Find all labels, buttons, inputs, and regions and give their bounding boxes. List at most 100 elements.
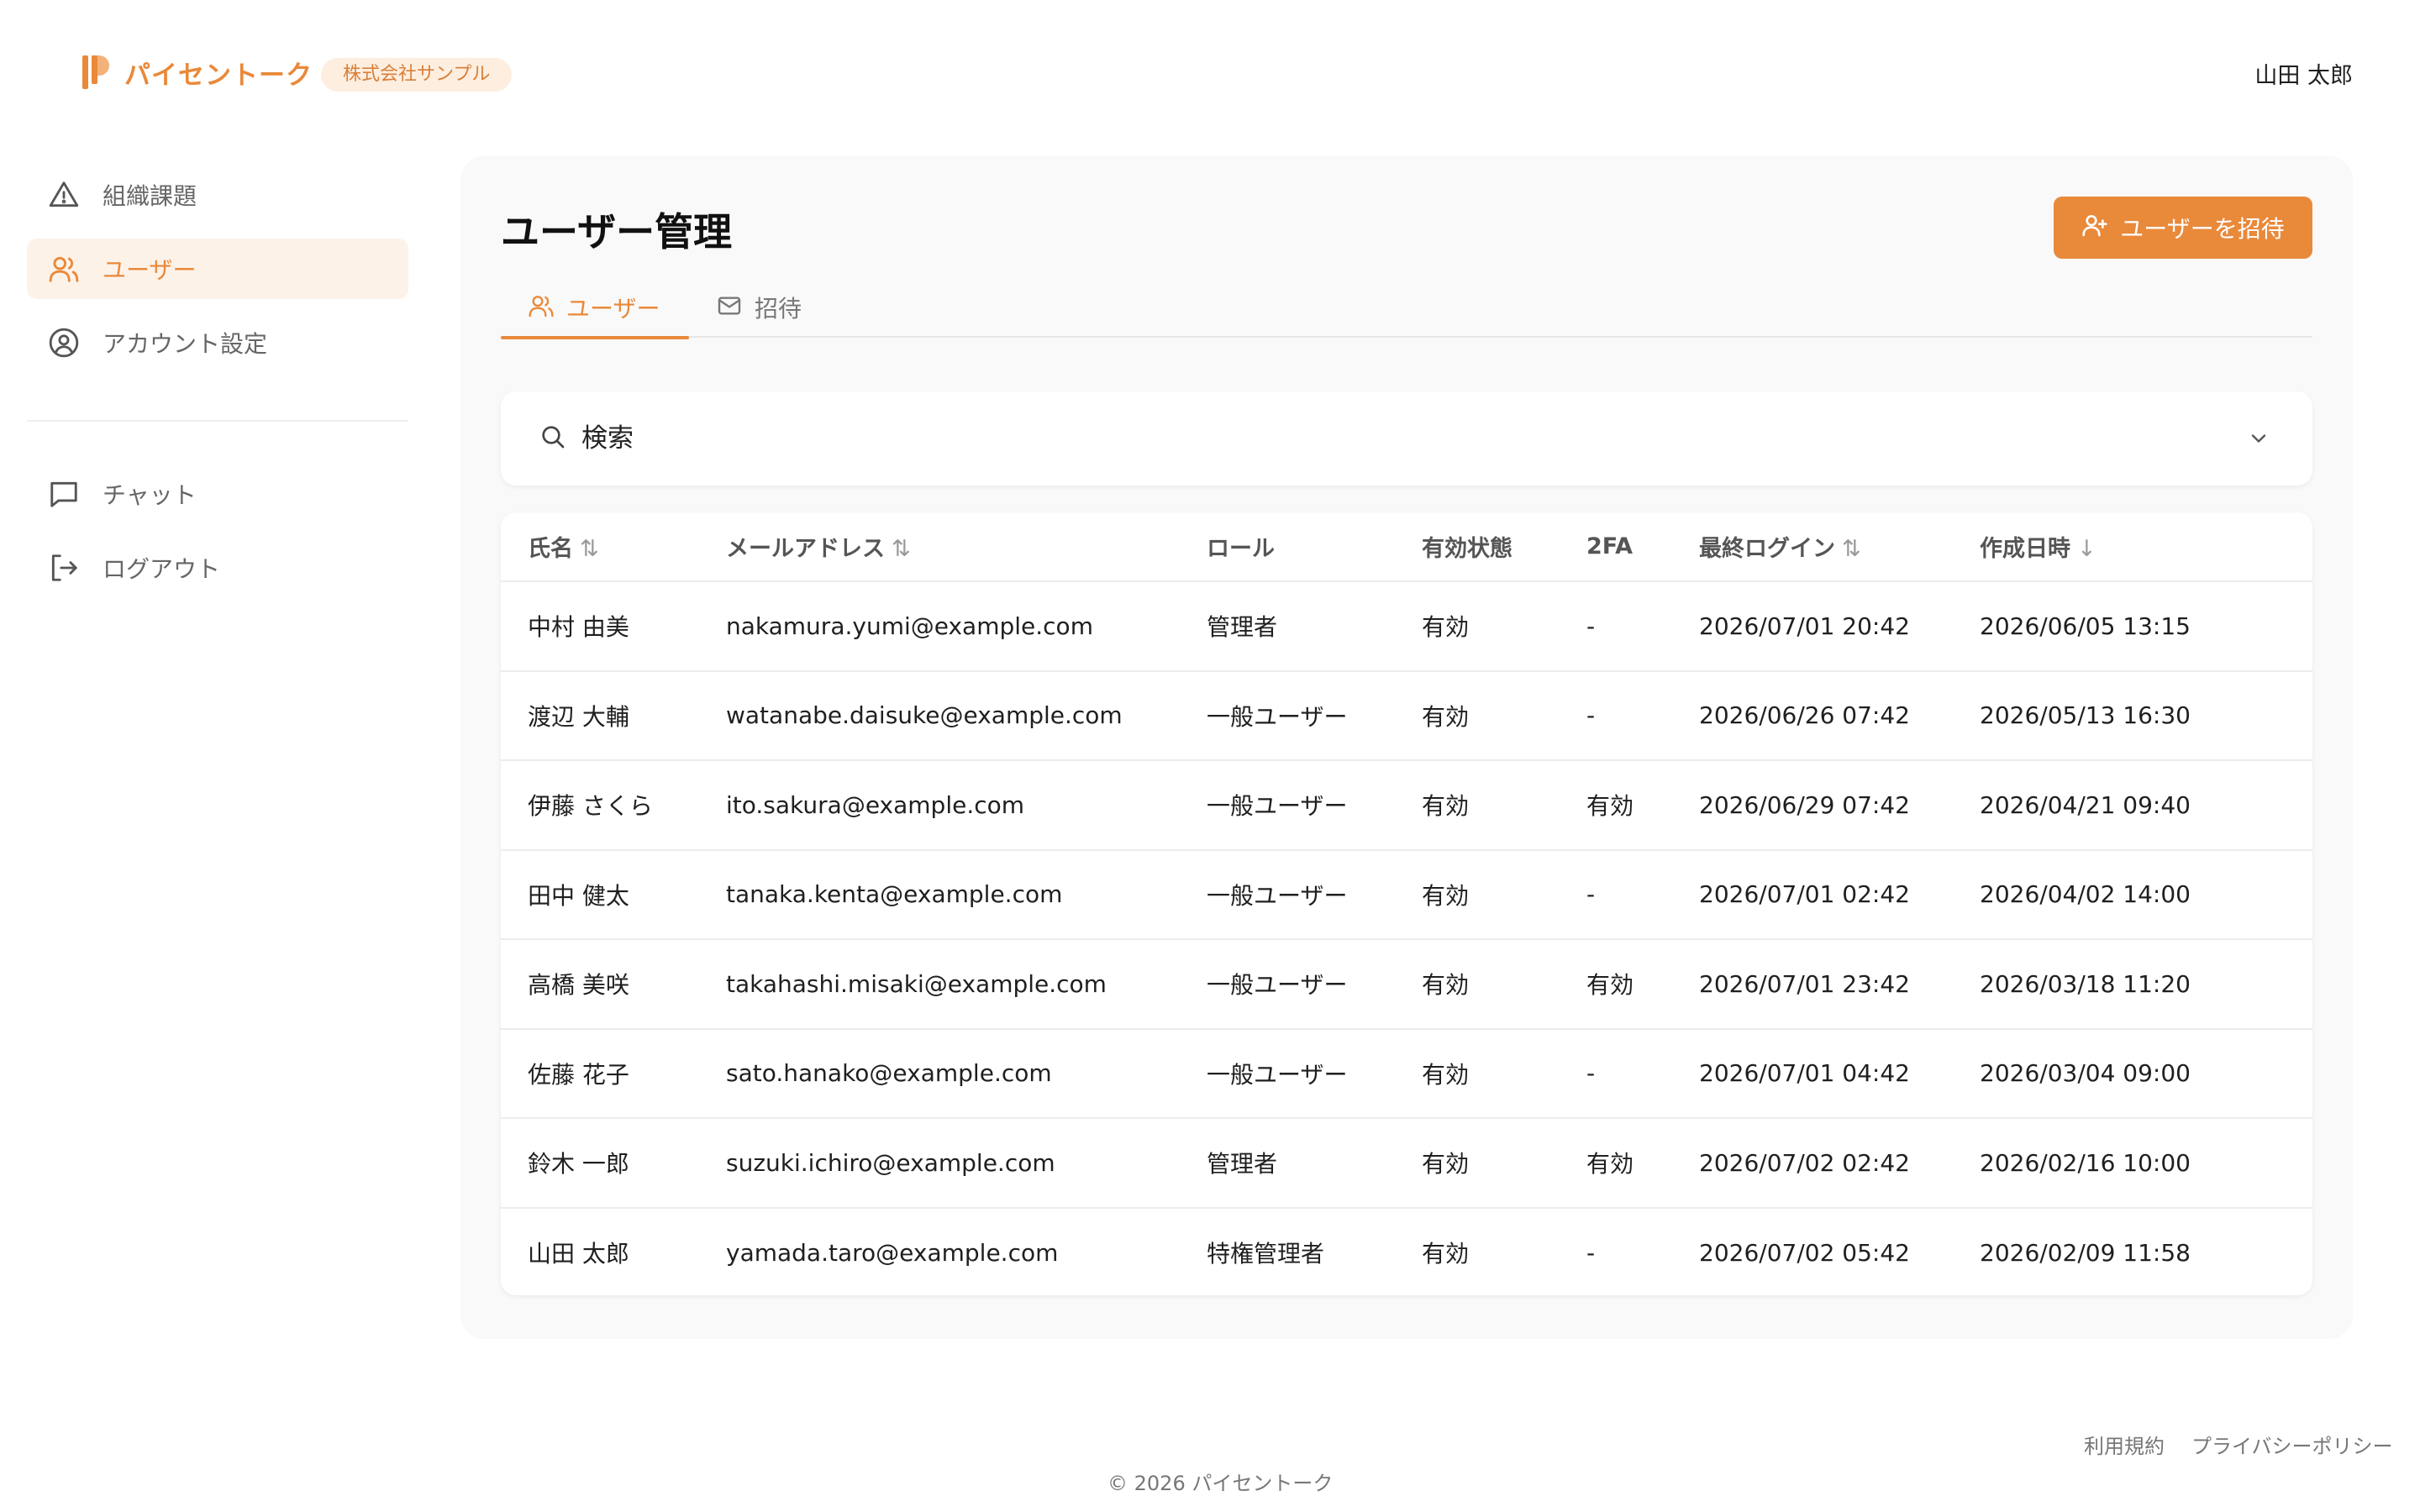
cell-status: 有効: [1395, 760, 1560, 851]
cell-role: 一般ユーザー: [1180, 670, 1395, 761]
cell-created-at: 2026/04/02 14:00: [1953, 849, 2312, 940]
users-icon: [528, 291, 555, 325]
sidebar-item-logout[interactable]: ログアウト: [27, 538, 408, 598]
main-panel: ユーザー管理 ユーザーを招待 ユーザー 招待 検索 氏名 ⇅ メールアドレス ⇅…: [460, 156, 2353, 1339]
cell-created-at: 2026/03/04 09:00: [1953, 1028, 2312, 1119]
cell-2fa: 有効: [1560, 939, 1672, 1030]
footer-link-privacy[interactable]: プライバシーポリシー: [2191, 1430, 2393, 1459]
users-table-card: 氏名 ⇅ メールアドレス ⇅ ロール 有効状態 2FA 最終ログイン ⇅ 作成日時 ↓ …: [501, 512, 2312, 1295]
cell-email: suzuki.ichiro@example.com: [699, 1118, 1180, 1209]
current-user-name[interactable]: 山田 太郎: [2254, 57, 2353, 90]
sort-icon[interactable]: ⇅: [892, 536, 911, 562]
cell-name: 田中 健太: [501, 849, 699, 940]
table-row[interactable]: 伊藤 さくら ito.sakura@example.com 一般ユーザー 有効 有効 20…: [501, 760, 2312, 851]
cell-name: 佐藤 花子: [501, 1028, 699, 1119]
column-header-email[interactable]: メールアドレス ⇅: [699, 512, 1180, 582]
cell-created-at: 2026/05/13 16:30: [1953, 670, 2312, 761]
app-logo[interactable]: パイセントーク: [81, 52, 313, 92]
table-row[interactable]: 田中 健太 tanaka.kenta@example.com 一般ユーザー 有効 -20…: [501, 849, 2312, 940]
sidebar-item-org-issues[interactable]: 組織課題: [27, 165, 408, 225]
cell-status: 有効: [1395, 1118, 1560, 1209]
sidebar-item-chat[interactable]: チャット: [27, 464, 408, 524]
sort-icon[interactable]: ⇅: [580, 536, 599, 562]
cell-email: watanabe.daisuke@example.com: [699, 670, 1180, 761]
cell-email: ito.sakura@example.com: [699, 760, 1180, 851]
page-title: ユーザー管理: [501, 209, 733, 255]
sort-desc-icon[interactable]: ↓: [2077, 536, 2096, 562]
table-row[interactable]: 鈴木 一郎 suzuki.ichiro@example.com 管理者 有効 有効 202…: [501, 1118, 2312, 1209]
cell-role: 一般ユーザー: [1180, 849, 1395, 940]
cell-name: 渡辺 大輔: [501, 670, 699, 761]
cell-name: 山田 太郎: [528, 1240, 629, 1268]
tab-invites[interactable]: 招待: [716, 284, 802, 338]
cell-2fa: -: [1560, 581, 1672, 672]
column-header-role: ロール: [1180, 512, 1395, 582]
search-icon: [539, 423, 566, 454]
cell-name: 伊藤 さくら: [501, 760, 699, 851]
table-row[interactable]: 山田 太郎 yamada.taro@example.com 特権管理者 有効 - 2026…: [501, 1208, 2312, 1296]
table-row[interactable]: 佐藤 花子 sato.hanako@example.com 一般ユーザー 有効 -202…: [501, 1028, 2312, 1119]
invite-user-button[interactable]: ユーザーを招待: [2054, 197, 2312, 259]
search-bar: [501, 391, 2312, 486]
search-input[interactable]: [581, 423, 2178, 454]
cell-role: 一般ユーザー: [1180, 939, 1395, 1030]
cell-email: takahashi.misaki@example.com: [699, 939, 1180, 1030]
sort-icon[interactable]: ⇅: [1842, 536, 1861, 562]
cell-name: 高橋 美咲: [501, 939, 699, 1030]
table-row[interactable]: 高橋 美咲 takahashi.misaki@example.com 一般ユーザー有…: [501, 939, 2312, 1030]
cell-email: tanaka.kenta@example.com: [699, 849, 1180, 940]
cell-2fa: 有効: [1560, 1118, 1672, 1209]
cell-email: sato.hanako@example.com: [699, 1028, 1180, 1119]
user-plus-icon: [2081, 212, 2108, 244]
warning-triangle-icon: [47, 178, 81, 212]
logout-icon: [47, 551, 81, 585]
cell-last-login: 2026/07/01 23:42: [1672, 939, 1953, 1030]
cell-created-at: 2026/02/16 10:00: [1953, 1118, 2312, 1209]
column-header-name[interactable]: 氏名 ⇅: [501, 512, 699, 582]
cell-last-login: 2026/07/01 20:42: [1672, 581, 1953, 672]
cell-name: 中村 由美: [501, 581, 699, 672]
chevron-down-icon[interactable]: [2247, 427, 2270, 450]
table-header-row: 氏名 ⇅ メールアドレス ⇅ ロール 有効状態 2FA 最終ログイン ⇅ 作成日時 ↓: [501, 512, 2312, 582]
sidebar-item-label: 組織課題: [103, 182, 197, 210]
app-name: パイセントーク: [124, 60, 313, 91]
tab-users[interactable]: ユーザー: [501, 284, 689, 339]
cell-2fa: -: [1560, 1028, 1672, 1119]
tab-bar: ユーザー 招待: [501, 284, 2312, 339]
column-header-status: 有効状態: [1395, 512, 1560, 582]
sidebar-item-account-settings[interactable]: アカウント設定: [27, 312, 408, 373]
cell-status: 有効: [1395, 670, 1560, 761]
table-row[interactable]: 渡辺 大輔 watanabe.daisuke@example.com 一般ユーザー有…: [501, 670, 2312, 761]
cell-last-login: 2026/07/01 02:42: [1672, 849, 1953, 940]
cell-last-login: 2026/07/02 02:42: [1672, 1118, 1953, 1209]
sidebar-divider: [27, 420, 408, 422]
cell-status: 有効: [1395, 581, 1560, 672]
cell-last-login: 2026/06/26 07:42: [1672, 670, 1953, 761]
cell-created-at: 2026/06/05 13:15: [1953, 581, 2312, 672]
cell-status: 有効: [1395, 1028, 1560, 1119]
sidebar-item-users[interactable]: ユーザー: [27, 239, 408, 299]
cell-role: 管理者: [1180, 581, 1395, 672]
cell-name: 鈴木 一郎: [501, 1118, 699, 1209]
column-header-last-login[interactable]: 最終ログイン ⇅: [1672, 512, 1953, 582]
column-header-2fa: 2FA: [1560, 512, 1672, 582]
column-header-created-at[interactable]: 作成日時 ↓: [1953, 512, 2312, 582]
sidebar-item-label: アカウント設定: [103, 330, 268, 358]
organization-badge: 株式会社サンプル: [321, 58, 513, 92]
footer-copyright: © 2026 パイセントーク: [1107, 1472, 1334, 1495]
cell-created-at: 2026/02/09 11:58: [1980, 1238, 2191, 1267]
cell-status: 有効: [1395, 939, 1560, 1030]
mail-icon: [716, 291, 743, 325]
cell-created-at: 2026/03/18 11:20: [1953, 939, 2312, 1030]
user-circle-icon: [47, 326, 81, 360]
cell-last-login: 2026/07/02 05:42: [1699, 1238, 1910, 1267]
cell-2fa: 有効: [1560, 760, 1672, 851]
table-row[interactable]: 中村 由美 nakamura.yumi@example.com 管理者 有効 -2026…: [501, 581, 2312, 672]
footer-link-terms[interactable]: 利用規約: [2084, 1430, 2165, 1459]
cell-status: 有効: [1395, 849, 1560, 940]
top-header: パイセントーク 株式会社サンプル 山田 太郎: [0, 0, 2420, 148]
cell-last-login: 2026/06/29 07:42: [1672, 760, 1953, 851]
chat-bubble-icon: [47, 477, 81, 511]
users-table: 氏名 ⇅ メールアドレス ⇅ ロール 有効状態 2FA 最終ログイン ⇅ 作成日時 ↓ …: [501, 512, 2312, 1295]
invite-user-button-label: ユーザーを招待: [2120, 215, 2285, 243]
